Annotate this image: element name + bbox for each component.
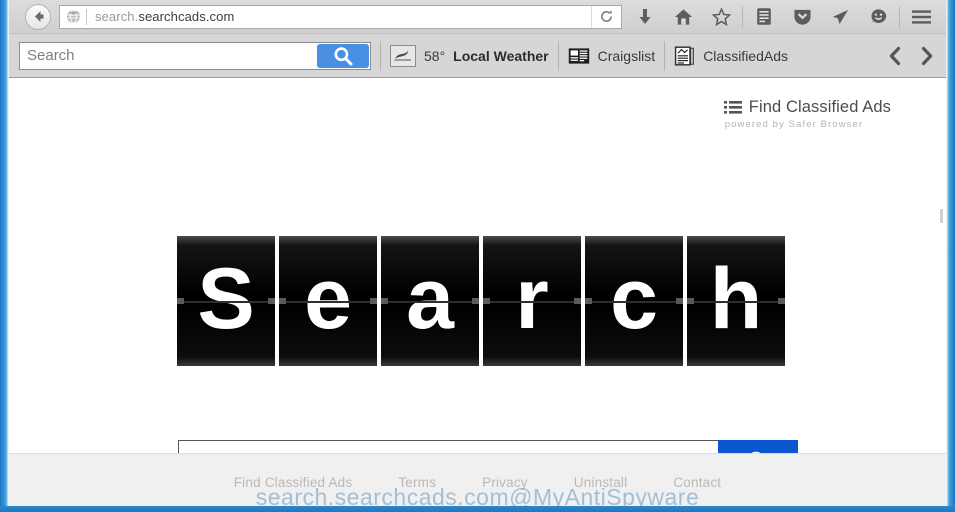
tile-peg-right [472, 298, 479, 304]
logo-tile: a [381, 236, 479, 366]
globe-icon [66, 9, 80, 24]
chevron-left-icon[interactable] [884, 46, 906, 66]
reader-list-icon[interactable] [745, 1, 783, 32]
paper-plane-icon [832, 9, 848, 24]
url-bar[interactable]: search.searchcads.com [59, 4, 622, 29]
extension-link-label: ClassifiedAds [703, 47, 789, 64]
extension-divider-2 [557, 40, 559, 71]
favicon [60, 9, 86, 24]
tile-hinge [687, 301, 785, 303]
url-subdomain: search. [95, 9, 139, 24]
weather-icon-box [390, 44, 416, 67]
reload-icon [601, 10, 612, 22]
tile-hinge [177, 301, 275, 303]
brand-subtitle: powered by Safer Browser [724, 119, 864, 130]
tile-peg-left [483, 298, 490, 304]
scrollbar-artifact [940, 209, 943, 223]
tile-peg-right [676, 298, 683, 304]
magnifier-icon [334, 46, 353, 65]
send-paper-plane-icon[interactable] [821, 1, 859, 32]
footer-link-uninstall[interactable]: Uninstall [574, 475, 628, 490]
back-arrow-icon [34, 11, 43, 22]
tile-hinge [381, 301, 479, 303]
page-footer: Find Classified Ads Terms Privacy Uninst… [9, 453, 946, 506]
tile-peg-right [574, 298, 581, 304]
footer-link-terms[interactable]: Terms [398, 475, 436, 490]
prev-arrow-icon [889, 46, 901, 65]
download-arrow-icon [639, 8, 651, 24]
home-icon[interactable] [664, 1, 702, 32]
toolbar-icon-group [626, 1, 940, 32]
tile-peg-left [279, 298, 286, 304]
pocket-shield-icon[interactable] [783, 1, 821, 32]
footer-link-list: Find Classified Ads Terms Privacy Uninst… [9, 454, 946, 490]
toolbar-divider [742, 5, 743, 28]
tile-hinge [585, 301, 683, 303]
home-house-icon [674, 8, 692, 25]
extension-divider-1 [380, 40, 381, 71]
brand-title-row: Find Classified Ads [723, 98, 891, 117]
smiley-icon [870, 8, 886, 24]
tile-hinge [279, 301, 377, 303]
list-lines-icon [723, 101, 742, 114]
logo-tile: c [585, 236, 683, 366]
next-arrow-icon [921, 46, 933, 65]
menu-lines-icon [911, 9, 931, 24]
newspaper-icon [568, 47, 589, 64]
tile-hinge [483, 301, 581, 303]
brand-header: Find Classified Ads powered by Safer Bro… [723, 98, 891, 130]
logo-tile: r [483, 236, 581, 366]
tile-peg-left [381, 298, 388, 304]
tile-peg-right [370, 298, 377, 304]
logo-tile: S [177, 236, 275, 366]
toolbar-search-box[interactable] [19, 41, 371, 70]
logo-tile: h [687, 236, 785, 366]
hamburger-menu-icon[interactable] [902, 1, 940, 32]
weather-temperature: 58° [424, 47, 446, 64]
extension-pager [884, 46, 942, 66]
tile-peg-right [778, 298, 785, 304]
weather-label: Local Weather [453, 47, 549, 64]
toolbar-search-button[interactable] [317, 43, 369, 68]
bookmark-star-icon[interactable] [702, 1, 740, 32]
cloud-icon [394, 50, 411, 61]
url-domain: searchcads.com [138, 9, 235, 24]
star-icon [711, 7, 731, 26]
weather-widget[interactable]: 58° Local Weather [390, 44, 549, 67]
extension-link-classifiedads[interactable]: ClassifiedAds [674, 46, 788, 66]
extension-divider-3 [664, 40, 666, 71]
logo-tile: e [279, 236, 377, 366]
browser-window: search.searchcads.com Search 58° Local W… [0, 0, 955, 512]
download-icon[interactable] [626, 1, 664, 32]
smiley-feedback-icon[interactable] [859, 1, 897, 32]
toolbar-search-input[interactable] [20, 42, 316, 69]
toolbar-divider-2 [899, 5, 900, 28]
extension-link-craigslist[interactable]: Craigslist [568, 47, 656, 65]
tile-peg-right [268, 298, 275, 304]
url-text: search.searchcads.com [87, 9, 591, 24]
footer-link-privacy[interactable]: Privacy [482, 475, 528, 490]
window-bottom-border [0, 506, 955, 512]
tile-peg-left [177, 298, 184, 304]
shield-icon [793, 9, 811, 25]
brand-title: Find Classified Ads [748, 98, 891, 116]
navigation-toolbar: search.searchcads.com [9, 0, 946, 33]
document-icon [675, 46, 695, 66]
site-logo: S e a r c h [177, 236, 785, 366]
tile-peg-left [585, 298, 592, 304]
chevron-right-icon[interactable] [916, 46, 938, 66]
tile-peg-left [687, 298, 694, 304]
page-content: Find Classified Ads powered by Safer Bro… [9, 79, 946, 506]
footer-link-find-classified-ads[interactable]: Find Classified Ads [234, 475, 353, 490]
clipboard-icon [757, 8, 771, 25]
back-button[interactable] [25, 3, 51, 30]
footer-link-contact[interactable]: Contact [673, 475, 721, 490]
extension-link-label: Craigslist [597, 47, 656, 64]
browser-chrome: search.searchcads.com Search 58° Local W… [9, 0, 946, 78]
extension-toolbar: 58° Local Weather Craigslist [9, 33, 946, 77]
reload-button[interactable] [591, 5, 621, 28]
